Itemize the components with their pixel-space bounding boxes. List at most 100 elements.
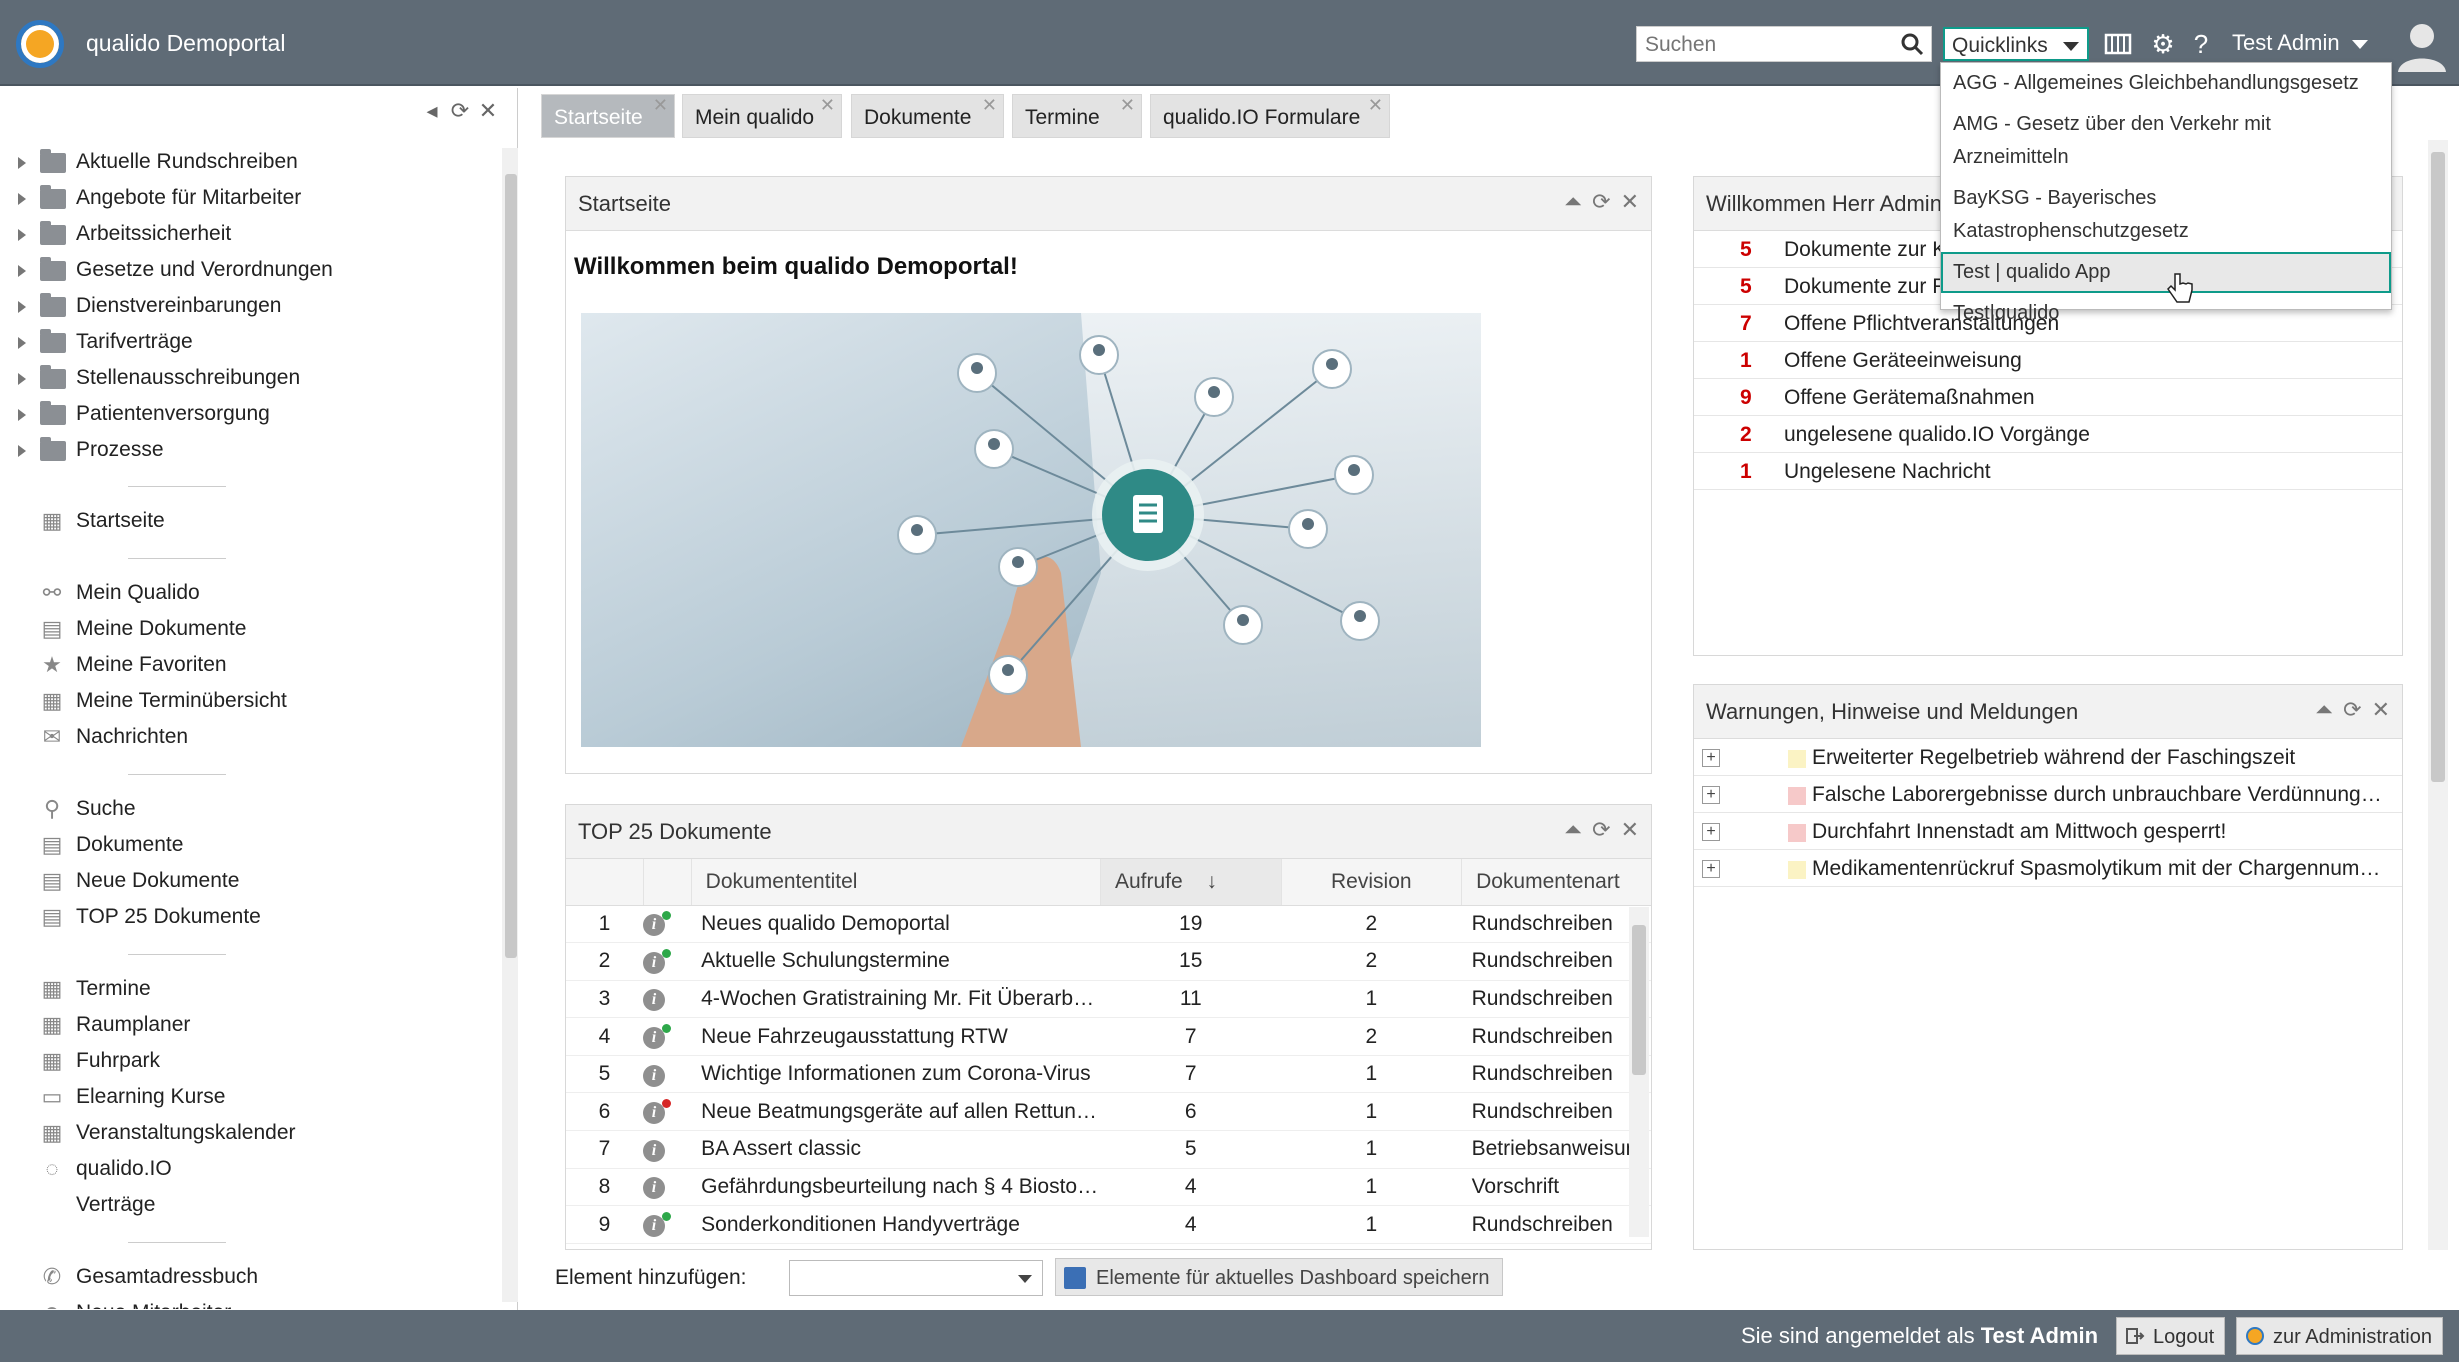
cell-info[interactable]: i (643, 1205, 692, 1244)
table-row[interactable]: 5 i Wichtige Informationen zum Corona-Viru… (566, 1055, 1651, 1094)
info-icon[interactable]: i (643, 1177, 666, 1200)
expand-icon[interactable]: + (1702, 860, 1720, 878)
folder-item[interactable]: Angebote für Mitarbeiter (18, 180, 333, 216)
expand-icon[interactable] (18, 445, 26, 457)
tab-mein-qualido[interactable]: Mein qualido ✕ (682, 94, 842, 138)
nav-item-fuhrpark[interactable]: ▦ Fuhrpark (38, 1043, 296, 1079)
table-row[interactable]: 4 i Neue Fahrzeugausstattung RTW 7 2 Rundschr… (566, 1017, 1651, 1056)
close-icon[interactable]: ✕ (474, 98, 502, 124)
nav-item-qualido-io[interactable]: ◌ qualido.IO (38, 1151, 296, 1187)
folder-item[interactable]: Stellenausschreibungen (18, 360, 333, 396)
expand-icon[interactable]: + (1702, 749, 1720, 767)
cell-info[interactable]: i (643, 980, 692, 1019)
info-icon[interactable]: i (643, 1099, 672, 1125)
close-tab-icon[interactable]: ✕ (653, 95, 668, 116)
gears-icon[interactable]: ⚙ (2148, 29, 2178, 59)
count-row[interactable]: 2 ungelesene qualido.IO Vorgänge (1694, 416, 2402, 453)
info-icon[interactable]: i (643, 1212, 672, 1238)
nav-item-nachrichten[interactable]: ✉ Nachrichten (38, 719, 287, 755)
refresh-icon[interactable]: ⟳ (2343, 697, 2361, 723)
folder-item[interactable]: Dienstvereinbarungen (18, 288, 333, 324)
cell-title[interactable]: Neues qualido Demoportal (691, 905, 1101, 944)
close-tab-icon[interactable]: ✕ (1368, 95, 1383, 116)
nav-item-elearning[interactable]: ▭ Elearning Kurse (38, 1079, 296, 1115)
cell-info[interactable]: i (643, 1055, 692, 1094)
nav-item-raumplaner[interactable]: ▦ Raumplaner (38, 1007, 296, 1043)
quicklinks-select[interactable]: Quicklinks (1943, 27, 2089, 61)
close-icon[interactable]: ✕ (2372, 697, 2390, 723)
user-menu[interactable]: Test Admin (2232, 30, 2368, 56)
close-icon[interactable]: ✕ (1621, 817, 1639, 843)
cell-title[interactable]: Gefährdungsbeurteilung nach § 4 Biostoff… (691, 1168, 1101, 1207)
quicklink-item[interactable]: AGG - Allgemeines Gleichbehandlungsgeset… (1941, 63, 2391, 104)
nav-item-terminuebersicht[interactable]: ▦ Meine Terminübersicht (38, 683, 287, 719)
quicklink-item-highlighted[interactable]: Test | qualido App (1941, 252, 2391, 293)
close-tab-icon[interactable]: ✕ (982, 95, 997, 116)
cell-title[interactable]: Neue Beatmungsgeräte auf allen Rettungsw… (691, 1092, 1101, 1132)
folder-item[interactable]: Tarifverträge (18, 324, 333, 360)
close-tab-icon[interactable]: ✕ (1120, 95, 1135, 116)
count-row[interactable]: 9 Offene Gerätemaßnahmen (1694, 379, 2402, 416)
collapse-left-icon[interactable]: ◂ (418, 98, 446, 124)
info-icon[interactable]: i (643, 1024, 672, 1050)
column-header-revision[interactable]: Revision (1281, 859, 1463, 906)
info-icon[interactable]: i (643, 911, 672, 937)
expand-icon[interactable]: + (1702, 823, 1720, 841)
collapse-icon[interactable]: ⏶ (1565, 189, 1583, 215)
main-scrollbar[interactable] (2428, 140, 2448, 1250)
warning-row[interactable]: + Erweiterter Regelbetrieb während der Fa… (1694, 739, 2402, 776)
info-icon[interactable]: i (643, 989, 666, 1012)
search-icon[interactable] (1899, 31, 1925, 57)
column-header-views[interactable]: Aufrufe ↓ (1100, 859, 1282, 906)
cell-title[interactable]: Sonderkonditionen Handyverträge (691, 1205, 1101, 1244)
count-row[interactable]: 1 Ungelesene Nachricht (1694, 453, 2402, 490)
collapse-icon[interactable]: ⏶ (1565, 817, 1583, 843)
warning-row[interactable]: + Durchfahrt Innenstadt am Mittwoch gespe… (1694, 813, 2402, 850)
expand-icon[interactable] (18, 409, 26, 421)
quicklink-item[interactable]: AMG - Gesetz über den Verkehr mit Arzneim… (1941, 104, 2391, 178)
table-row[interactable]: 2 i Aktuelle Schulungstermine 15 2 Rundschrei… (566, 942, 1651, 981)
info-icon[interactable]: i (643, 1064, 666, 1087)
cell-info[interactable]: i (643, 1130, 692, 1169)
folder-item[interactable]: Patientenversorgung (18, 396, 333, 432)
scrollbar-thumb[interactable] (2431, 152, 2445, 782)
table-row[interactable]: 3 i 4-Wochen Gratistraining Mr. Fit Überar… (566, 980, 1651, 1019)
cell-info[interactable]: i (643, 1017, 692, 1056)
warning-row[interactable]: + Falsche Laborergebnisse durch unbrauchb… (1694, 776, 2402, 813)
book-icon[interactable] (2103, 29, 2133, 59)
nav-item-gesamtadressbuch[interactable]: ✆ Gesamtadressbuch (38, 1259, 258, 1295)
expand-icon[interactable] (18, 265, 26, 277)
nav-item-meine-favoriten[interactable]: ★ Meine Favoriten (38, 647, 287, 683)
expand-icon[interactable]: + (1702, 786, 1720, 804)
nav-item-top25[interactable]: ▤ TOP 25 Dokumente (38, 899, 261, 935)
table-row[interactable]: 9 i Sonderkonditionen Handyverträge 4 1 Runds… (566, 1205, 1651, 1244)
tab-dokumente[interactable]: Dokumente ✕ (851, 94, 1004, 138)
refresh-icon[interactable]: ⟳ (1592, 817, 1610, 843)
expand-icon[interactable] (18, 373, 26, 385)
scrollbar-thumb[interactable] (1632, 925, 1646, 1075)
table-row[interactable]: 8 i Gefährdungsbeurteilung nach § 4 Biosto… (566, 1168, 1651, 1207)
column-header-type[interactable]: Dokumentenart (1461, 859, 1651, 906)
folder-item[interactable]: Aktuelle Rundschreiben (18, 144, 333, 180)
collapse-icon[interactable]: ⏶ (2316, 697, 2334, 723)
cell-info[interactable]: i (643, 942, 692, 981)
expand-icon[interactable] (18, 229, 26, 241)
sidebar-scrollbar[interactable] (502, 148, 518, 1302)
table-row[interactable]: 6 i Neue Beatmungsgeräte auf allen Rettung… (566, 1092, 1651, 1132)
cell-title[interactable]: Wichtige Informationen zum Corona-Virus (691, 1055, 1101, 1094)
cell-title[interactable]: BA Assert classic (691, 1130, 1101, 1169)
column-header-title[interactable]: Dokumententitel (691, 859, 1101, 906)
folder-item[interactable]: Arbeitssicherheit (18, 216, 333, 252)
admin-button[interactable]: zur Administration (2236, 1317, 2443, 1355)
quicklink-item[interactable]: Test|qualido (1941, 293, 2391, 334)
table-row[interactable]: 7 i BA Assert classic 5 1 Betriebsanweisung (566, 1130, 1651, 1169)
refresh-icon[interactable]: ⟳ (1592, 189, 1610, 215)
close-tab-icon[interactable]: ✕ (820, 95, 835, 116)
folder-item[interactable]: Prozesse (18, 432, 333, 468)
table-row[interactable]: 1 i Neues qualido Demoportal 19 2 Rundschreib… (566, 905, 1651, 944)
nav-item-meine-dokumente[interactable]: ▤ Meine Dokumente (38, 611, 287, 647)
tab-startseite[interactable]: Startseite ✕ (541, 94, 675, 138)
add-element-select[interactable] (789, 1260, 1043, 1296)
tab-formulare[interactable]: qualido.IO Formulare ✕ (1150, 94, 1390, 138)
cell-info[interactable]: i (643, 905, 692, 944)
